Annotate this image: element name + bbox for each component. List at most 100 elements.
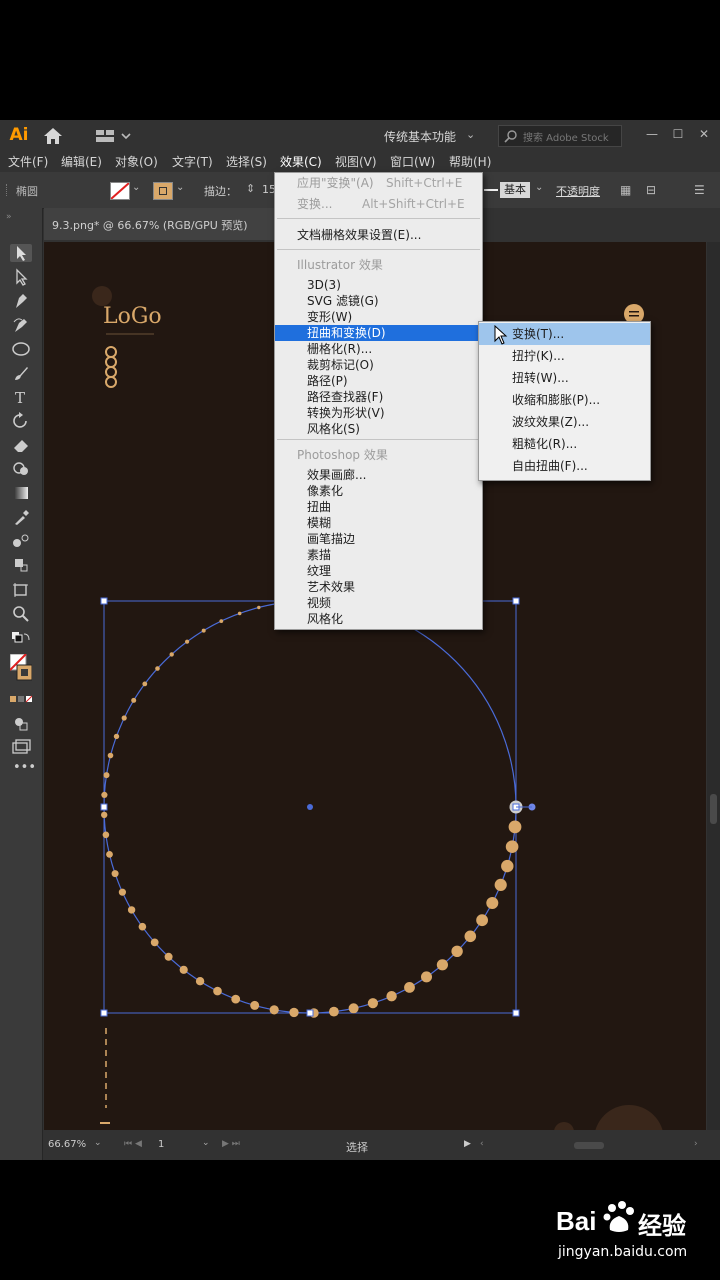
illustrator-effect-item[interactable]: 风格化(S) <box>275 421 482 437</box>
more-tools-icon[interactable]: ••• <box>13 760 36 775</box>
style-dropdown[interactable]: 基本 <box>500 182 530 198</box>
minimize-icon[interactable]: — <box>642 123 662 145</box>
menu-last-effect[interactable]: 变换... Alt+Shift+Ctrl+E <box>275 196 482 212</box>
align-icon[interactable]: ▦ <box>620 183 631 197</box>
vertical-scrollbar[interactable] <box>707 242 720 1130</box>
photoshop-effect-item[interactable]: 扭曲 <box>275 499 482 515</box>
menu-file[interactable]: 文件(F) <box>8 153 48 170</box>
photoshop-effect-item[interactable]: 效果画廊... <box>275 467 482 483</box>
menu-effect[interactable]: 效果(C) <box>280 153 322 170</box>
scroll-left-icon[interactable]: ‹ <box>480 1139 484 1149</box>
menu-raster-settings[interactable]: 文档栅格效果设置(E)... <box>275 227 482 243</box>
first-artboard-icon[interactable]: ⏮ ◀ <box>124 1139 142 1149</box>
illustrator-effect-item[interactable]: 路径查找器(F) <box>275 389 482 405</box>
menu-select[interactable]: 选择(S) <box>226 153 267 170</box>
panel-menu-icon[interactable]: ☰ <box>694 183 705 197</box>
horizontal-scroll-thumb[interactable] <box>574 1142 604 1149</box>
transform-icon[interactable]: ⊟ <box>646 183 656 197</box>
illustrator-effect-item[interactable]: 路径(P) <box>275 373 482 389</box>
eraser-tool-icon[interactable] <box>10 436 32 454</box>
distort-submenu-item[interactable]: 扭转(W)... <box>479 367 650 389</box>
photoshop-effect-item[interactable]: 像素化 <box>275 483 482 499</box>
photoshop-effect-item[interactable]: 风格化 <box>275 611 482 627</box>
symbol-sprayer-tool-icon[interactable] <box>10 556 32 574</box>
gradient-tool-icon[interactable] <box>10 484 32 502</box>
distort-submenu-item[interactable]: 收缩和膨胀(P)... <box>479 389 650 411</box>
blend-tool-icon[interactable] <box>10 532 32 550</box>
menu-window[interactable]: 窗口(W) <box>390 153 435 170</box>
illustrator-effect-item[interactable]: 扭曲和变换(D) <box>275 325 482 341</box>
illustrator-effect-item[interactable]: 栅格化(R)... <box>275 341 482 357</box>
illustrator-effect-item[interactable]: 转换为形状(V) <box>275 405 482 421</box>
ellipse-tool-icon[interactable] <box>10 340 32 358</box>
rotate-tool-icon[interactable] <box>10 412 32 430</box>
artboard-tool-icon[interactable] <box>10 580 32 598</box>
fill-stroke-indicator[interactable] <box>10 654 32 684</box>
photoshop-effect-item[interactable]: 视频 <box>275 595 482 611</box>
ring-dot <box>404 982 415 993</box>
ring-dot <box>451 945 463 957</box>
direct-selection-tool-icon[interactable] <box>10 268 32 286</box>
distort-submenu-item[interactable]: 波纹效果(Z)... <box>479 411 650 433</box>
home-icon[interactable] <box>42 127 64 145</box>
fill-swatch[interactable] <box>110 182 130 200</box>
color-mode-icons[interactable] <box>10 692 32 710</box>
status-menu-icon[interactable]: ▶ <box>464 1139 471 1149</box>
photoshop-effect-item[interactable]: 纹理 <box>275 563 482 579</box>
style-chevron-icon[interactable]: ⌄ <box>535 182 543 193</box>
ring-dot <box>257 605 261 610</box>
distort-submenu-item[interactable]: 自由扭曲(F)... <box>479 455 650 477</box>
shape-builder-tool-icon[interactable] <box>10 460 32 478</box>
stroke-chevron-icon[interactable]: ⌄ <box>176 182 184 193</box>
artboard-number[interactable]: 1 <box>158 1139 164 1150</box>
ring-dot <box>127 906 136 914</box>
grip-handle[interactable] <box>6 184 9 196</box>
paintbrush-tool-icon[interactable] <box>10 364 32 382</box>
photoshop-effect-item[interactable]: 艺术效果 <box>275 579 482 595</box>
scroll-thumb[interactable] <box>710 794 717 824</box>
zoom-tool-icon[interactable] <box>10 604 32 622</box>
zoom-level[interactable]: 66.67% <box>48 1139 86 1150</box>
stroke-stepper-icon[interactable]: ⇕ <box>246 182 255 195</box>
illustrator-effect-item[interactable]: 裁剪标记(O) <box>275 357 482 373</box>
eyedropper-tool-icon[interactable] <box>10 508 32 526</box>
maximize-icon[interactable]: ☐ <box>668 123 688 145</box>
menu-object[interactable]: 对象(O) <box>115 153 158 170</box>
fill-chevron-icon[interactable]: ⌄ <box>132 182 140 193</box>
pen-tool-icon[interactable] <box>10 292 32 310</box>
collapse-icon[interactable]: » <box>6 212 12 222</box>
illustrator-effect-item[interactable]: SVG 滤镜(G) <box>275 293 482 309</box>
stock-search[interactable]: 搜索 Adobe Stock <box>498 125 622 147</box>
distort-submenu-item[interactable]: 粗糙化(R)... <box>479 433 650 455</box>
document-tab[interactable]: 9.3.png* @ 66.67% (RGB/GPU 预览) <box>44 208 278 240</box>
screen-mode-icon[interactable] <box>10 738 32 756</box>
workspace-switcher[interactable]: 传统基本功能 <box>384 128 456 145</box>
menu-type[interactable]: 文字(T) <box>172 153 213 170</box>
next-artboard-icon[interactable]: ▶ ⏭ <box>222 1139 240 1149</box>
photoshop-effect-item[interactable]: 模糊 <box>275 515 482 531</box>
menu-help[interactable]: 帮助(H) <box>449 153 491 170</box>
arrange-documents-icon[interactable] <box>96 128 136 144</box>
chevron-down-icon[interactable]: ⌄ <box>466 128 475 141</box>
photoshop-effect-item[interactable]: 画笔描边 <box>275 531 482 547</box>
close-icon[interactable]: ✕ <box>694 123 714 145</box>
stroke-swatch[interactable] <box>153 182 173 200</box>
scroll-right-icon[interactable]: › <box>694 1139 698 1149</box>
menu-edit[interactable]: 编辑(E) <box>61 153 102 170</box>
brush-preview <box>484 189 498 191</box>
selection-tool-icon[interactable] <box>10 244 32 262</box>
menu-apply-last[interactable]: 应用"变换"(A) Shift+Ctrl+E <box>275 175 482 191</box>
menu-view[interactable]: 视图(V) <box>335 153 377 170</box>
artboard-chevron-icon[interactable]: ⌄ <box>202 1138 210 1148</box>
drawing-mode-icon[interactable] <box>10 714 32 732</box>
opacity-link[interactable]: 不透明度 <box>556 183 600 199</box>
type-tool-icon[interactable]: T <box>10 388 32 406</box>
distort-submenu-item[interactable]: 扭拧(K)... <box>479 345 650 367</box>
illustrator-effect-item[interactable]: 变形(W) <box>275 309 482 325</box>
curvature-tool-icon[interactable] <box>10 316 32 334</box>
illustrator-effect-item[interactable]: 3D(3) <box>275 277 482 293</box>
default-colors-icon[interactable] <box>10 630 32 648</box>
photoshop-effect-item[interactable]: 素描 <box>275 547 482 563</box>
ring-dot <box>421 971 432 983</box>
zoom-chevron-icon[interactable]: ⌄ <box>94 1138 102 1148</box>
